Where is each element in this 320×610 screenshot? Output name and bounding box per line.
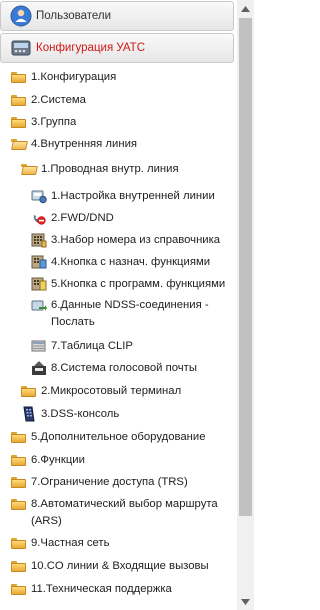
tree-item-group[interactable]: 3.Группа [11,115,76,130]
folder-icon [11,499,26,510]
tree-item-microcell-terminal[interactable]: 2.Микросотовый терминал [21,384,181,399]
tree-item-label: 6.Функции [31,454,85,466]
navigation-panel: Пользователи Конфигурация УАТС 1.Конфигу… [0,0,236,610]
dss-console-icon [21,406,37,422]
tree-item-programmable-keys[interactable]: 5.Кнопка с программ. функциями [31,276,225,292]
folder-icon [21,386,36,397]
tree-item-label: 7.Ограничение доступа (TRS) [31,476,188,488]
tree-item-label: 4.Внутренняя линия [31,138,138,150]
pbx-config-header-button[interactable]: Конфигурация УАТС [0,33,234,63]
users-header-button[interactable]: Пользователи [0,1,234,31]
tree-item-label: 1.Проводная внутр. линия [41,163,179,175]
programmable-keys-icon [31,276,47,292]
tree-item-label: 8.Автоматический выбор маршрута [31,498,218,510]
tree-item-extension[interactable]: 4.Внутренняя линия [11,137,137,152]
tree-item-label: 1.Конфигурация [31,71,117,83]
tree-item-clip-table[interactable]: 7.Таблица CLIP [31,338,133,354]
tree-item-label: 4.Кнопка с назнач. функциями [51,255,211,268]
folder-icon [11,117,26,128]
tree-item-ars[interactable]: 8.Автоматический выбор маршрута (ARS) [11,497,218,529]
tree-item-trs[interactable]: 7.Ограничение доступа (TRS) [11,475,188,490]
folder-icon [11,561,26,572]
tree-item-voicemail[interactable]: 8.Система голосовой почты [31,360,197,376]
pbx-config-icon [10,37,32,59]
tree-item-label: 8.Система голосовой почты [51,361,197,374]
tree-item-features[interactable]: 6.Функции [11,453,85,468]
folder-icon [11,477,26,488]
ndss-send-icon [31,298,47,314]
tree-item-label: 2.Система [31,94,86,106]
folder-icon [11,584,26,595]
directory-dial-icon [31,232,47,248]
pbx-config-label: Конфигурация УАТС [36,42,146,54]
tree-item-optional-equipment[interactable]: 5.Дополнительное оборудование [11,430,205,445]
chevron-up-icon [241,5,250,12]
folder-icon [11,432,26,443]
tree-item-label-line2: Послать [51,316,95,328]
tree-item-label: 2.FWD/DND [51,211,114,224]
tree-item-label: 10.CO линии & Входящие вызовы [31,560,209,572]
dnd-icon [31,210,47,226]
tree-item-label-line2: (ARS) [31,515,62,527]
tree-item-extension-settings[interactable]: 1.Настройка внутренней линии [31,188,215,204]
tree-item-fwd-dnd[interactable]: 2.FWD/DND [31,210,114,226]
tree-item-label: 3.DSS-консоль [41,407,120,420]
chevron-down-icon [241,598,250,605]
tree-item-label: 3.Набор номера из справочника [51,233,221,246]
function-keys-icon [31,254,47,270]
tree-item-label: 5.Дополнительное оборудование [31,431,206,443]
tree-item-private-network[interactable]: 9.Частная сеть [11,536,109,551]
tree-item-label: 11.Техническая поддержка [31,583,172,595]
folder-icon [11,455,26,466]
folder-icon [11,95,26,106]
tree-item-configuration[interactable]: 1.Конфигурация [11,70,116,85]
voicemail-icon [31,360,47,376]
users-icon [10,5,32,27]
tree-item-label: 3.Группа [31,116,77,128]
folder-open-icon [11,139,28,150]
tree-item-label: 2.Микросотовый терминал [41,385,182,397]
tree-item-fixed-function-keys[interactable]: 4.Кнопка с назнач. функциями [31,254,210,270]
folder-open-icon [21,164,38,175]
scroll-down-button[interactable] [237,593,254,610]
tree-item-directory-dial[interactable]: 3.Набор номера из справочника [31,232,220,248]
tree-item-label: 9.Частная сеть [31,537,110,549]
tree-item-co-lines[interactable]: 10.CO линии & Входящие вызовы [11,559,209,574]
tree-item-maintenance[interactable]: 11.Техническая поддержка [11,582,172,597]
tree-item-label: 1.Настройка внутренней линии [51,189,215,202]
tree-item-dss-console[interactable]: 3.DSS-консоль [21,406,119,422]
vertical-scrollbar[interactable] [237,0,254,610]
users-label: Пользователи [36,10,112,22]
clip-table-icon [31,338,47,354]
tree-item-wired-extension[interactable]: 1.Проводная внутр. линия [21,162,179,177]
phone-settings-icon [31,188,47,204]
folder-icon [11,72,26,83]
scroll-up-button[interactable] [237,0,254,17]
tree-item-label: 6.Данные NDSS-соединения - [51,299,209,311]
tree-item-system[interactable]: 2.Система [11,93,86,108]
scrollbar-thumb[interactable] [239,18,252,516]
tree-item-ndss-send[interactable]: 6.Данные NDSS-соединения - Послать [31,298,209,330]
tree-item-label: 5.Кнопка с программ. функциями [51,277,226,290]
tree-item-label: 7.Таблица CLIP [51,339,133,352]
folder-icon [11,538,26,549]
